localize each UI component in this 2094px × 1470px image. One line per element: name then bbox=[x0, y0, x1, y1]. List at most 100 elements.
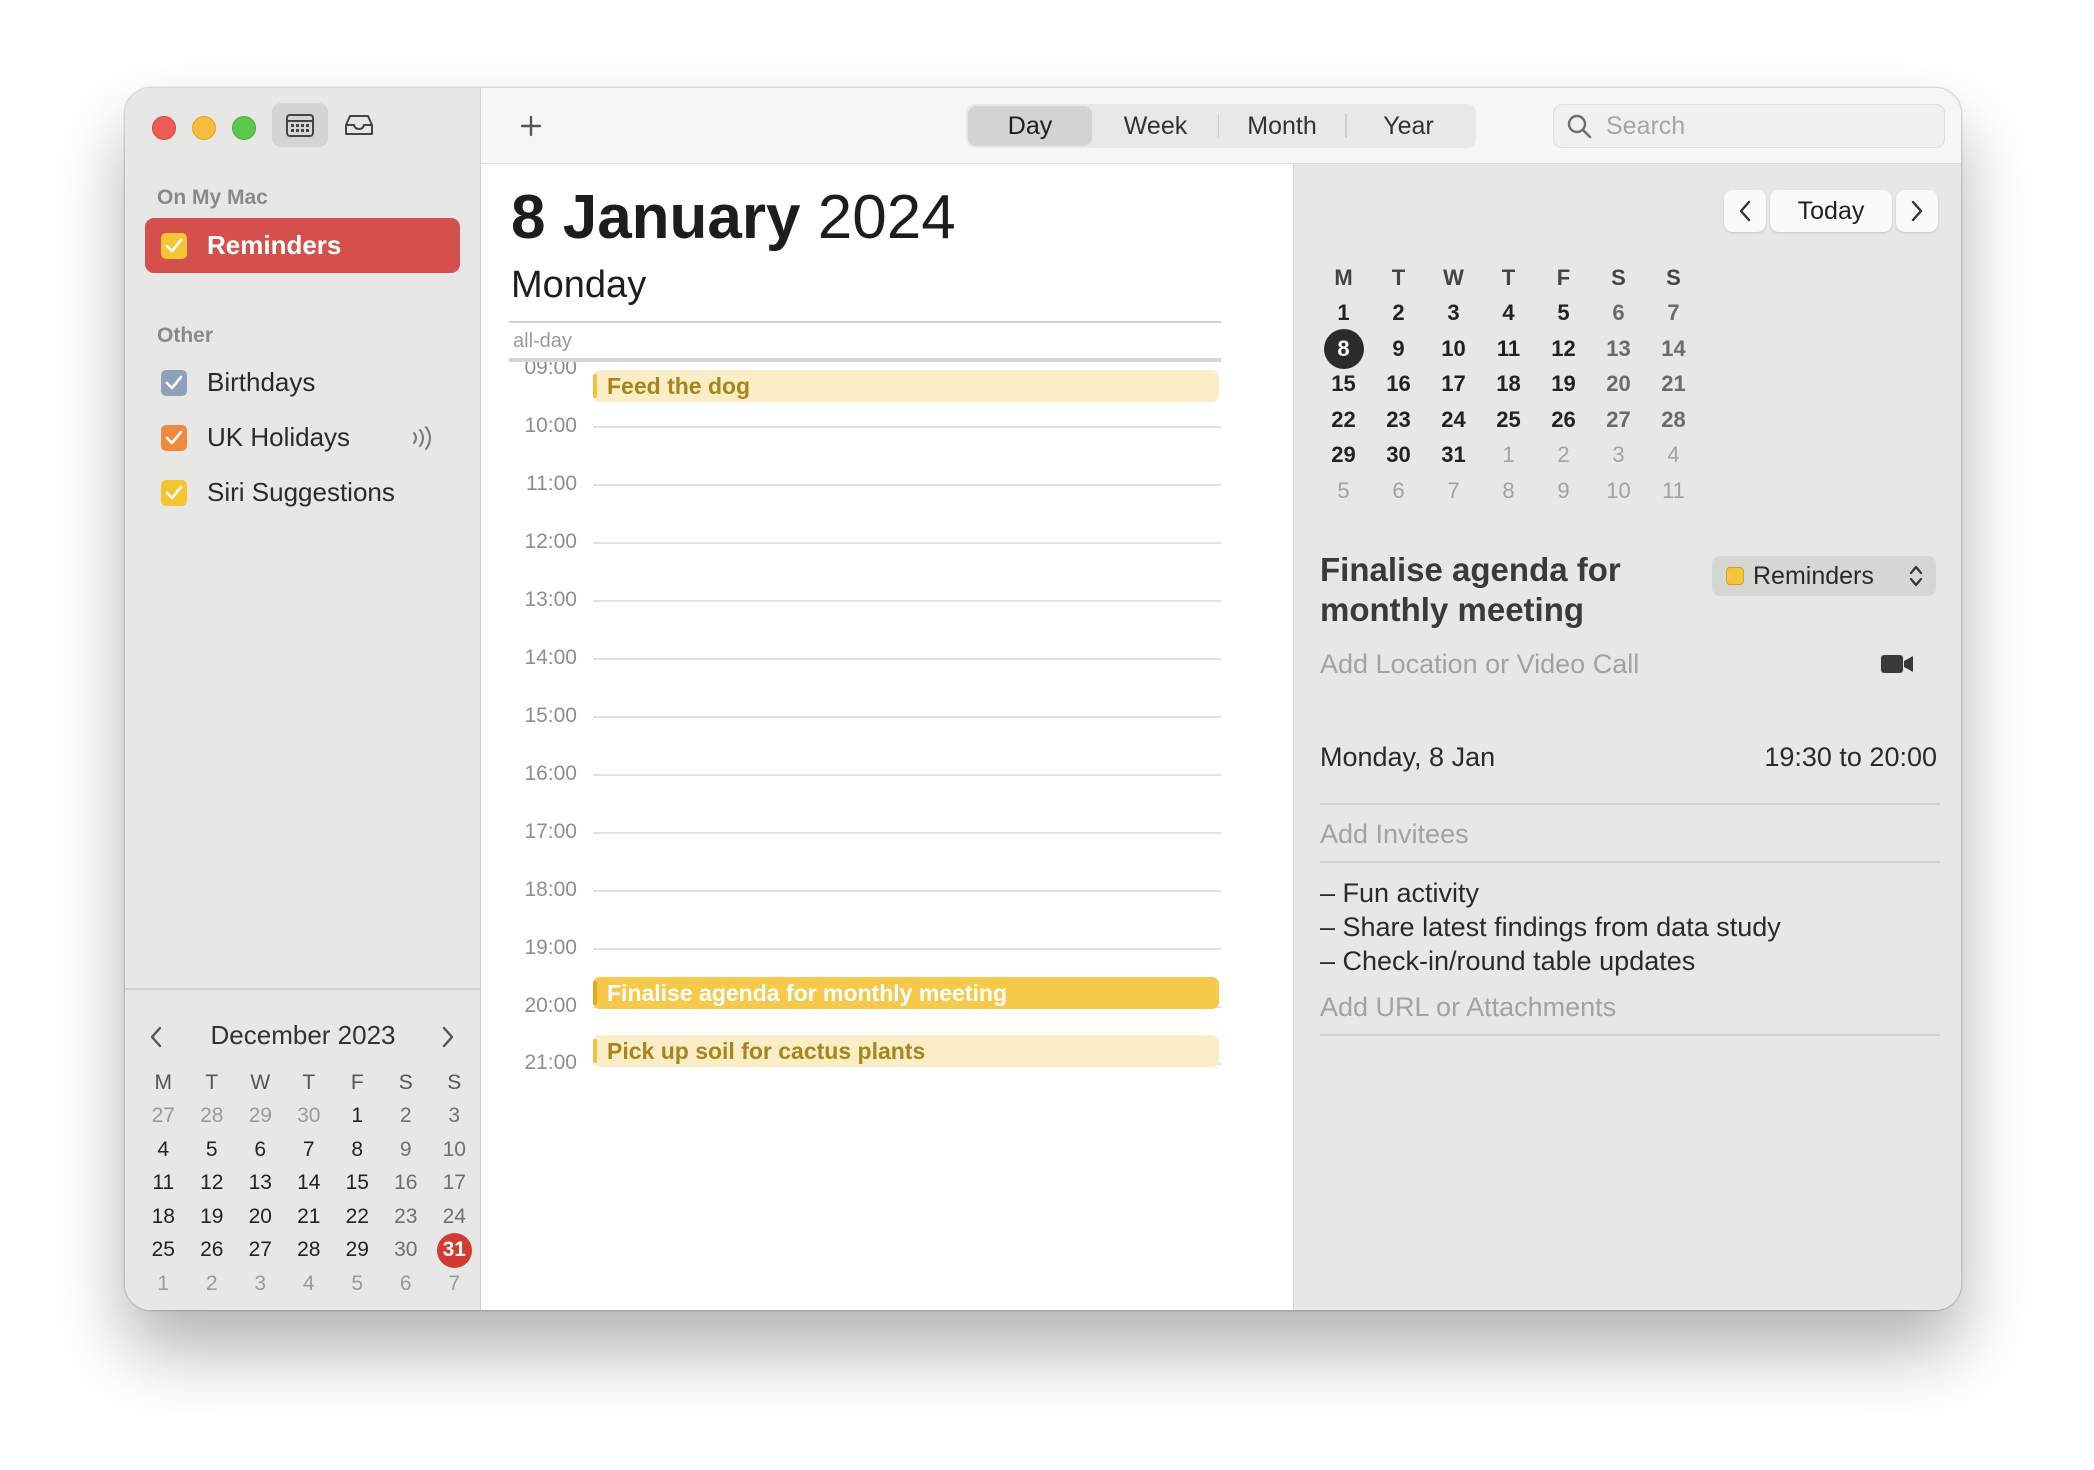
month-day[interactable]: 5 bbox=[1316, 478, 1371, 504]
month-day[interactable]: 22 bbox=[1316, 407, 1371, 433]
sidebar-item-reminders[interactable]: Reminders bbox=[145, 218, 460, 273]
mini-calendar-day[interactable]: 8 bbox=[333, 1138, 382, 1162]
month-day[interactable]: 10 bbox=[1426, 336, 1481, 362]
mini-calendar-day[interactable]: 5 bbox=[333, 1272, 382, 1296]
calendar-list-toggle-button[interactable] bbox=[272, 103, 328, 147]
mini-calendar-day[interactable]: 20 bbox=[236, 1205, 285, 1229]
url-attachments-field[interactable]: Add URL or Attachments bbox=[1320, 992, 1616, 1023]
close-window-button[interactable] bbox=[152, 116, 176, 140]
sidebar-item-uk-holidays[interactable]: UK Holidays bbox=[145, 410, 460, 465]
mini-calendar-day[interactable]: 5 bbox=[188, 1138, 237, 1162]
search-field[interactable]: Search bbox=[1553, 104, 1945, 148]
tab-month[interactable]: Month bbox=[1219, 106, 1345, 146]
month-day[interactable]: 1 bbox=[1316, 300, 1371, 326]
mini-calendar-day[interactable]: 7 bbox=[430, 1272, 479, 1296]
month-day[interactable]: 9 bbox=[1536, 478, 1591, 504]
mini-calendar-day[interactable]: 24 bbox=[430, 1205, 479, 1229]
mini-calendar-day[interactable]: 28 bbox=[285, 1238, 334, 1262]
checkbox-reminders[interactable] bbox=[161, 232, 187, 259]
month-day[interactable]: 14 bbox=[1646, 336, 1701, 362]
tab-week[interactable]: Week bbox=[1094, 106, 1218, 146]
month-day[interactable]: 15 bbox=[1316, 371, 1371, 397]
month-day[interactable]: 5 bbox=[1536, 300, 1591, 326]
video-camera-icon[interactable] bbox=[1880, 653, 1914, 675]
month-day[interactable]: 4 bbox=[1481, 300, 1536, 326]
tab-year[interactable]: Year bbox=[1347, 106, 1471, 146]
month-day[interactable]: 29 bbox=[1316, 442, 1371, 468]
mini-calendar-day[interactable]: 2 bbox=[382, 1104, 431, 1128]
today-button[interactable]: Today bbox=[1770, 190, 1892, 232]
month-day[interactable]: 3 bbox=[1591, 442, 1646, 468]
mini-calendar-day[interactable]: 25 bbox=[139, 1238, 188, 1262]
invitees-field[interactable]: Add Invitees bbox=[1320, 819, 1469, 850]
mini-calendar-day[interactable]: 30 bbox=[285, 1104, 334, 1128]
event-notes[interactable]: – Fun activity – Share latest findings f… bbox=[1320, 876, 1781, 978]
event-time[interactable]: 19:30 to 20:00 bbox=[1764, 742, 1937, 773]
mini-calendar-day[interactable]: 17 bbox=[430, 1171, 479, 1195]
month-day[interactable]: 24 bbox=[1426, 407, 1481, 433]
mini-calendar-day[interactable]: 13 bbox=[236, 1171, 285, 1195]
mini-calendar-day[interactable]: 29 bbox=[236, 1104, 285, 1128]
mini-calendar-day[interactable]: 16 bbox=[382, 1171, 431, 1195]
mini-calendar-day[interactable]: 4 bbox=[139, 1138, 188, 1162]
checkbox-uk-holidays[interactable] bbox=[161, 424, 187, 451]
mini-calendar-day[interactable]: 21 bbox=[285, 1205, 334, 1229]
mini-calendar-day[interactable]: 9 bbox=[382, 1138, 431, 1162]
mini-calendar-day[interactable]: 4 bbox=[285, 1272, 334, 1296]
month-day[interactable]: 23 bbox=[1371, 407, 1426, 433]
month-day[interactable]: 7 bbox=[1646, 300, 1701, 326]
month-day[interactable]: 26 bbox=[1536, 407, 1591, 433]
minimize-window-button[interactable] bbox=[192, 116, 216, 140]
mini-calendar-day[interactable]: 29 bbox=[333, 1238, 382, 1262]
hour-grid[interactable]: 09:00 10:00 11:00 12:00 13:00 14:00 15:0… bbox=[481, 362, 1293, 1310]
month-day[interactable]: 25 bbox=[1481, 407, 1536, 433]
mini-calendar-day[interactable]: 7 bbox=[285, 1138, 334, 1162]
checkbox-siri-suggestions[interactable] bbox=[161, 479, 187, 506]
location-field[interactable]: Add Location or Video Call bbox=[1320, 649, 1639, 680]
event-feed-the-dog[interactable]: Feed the dog bbox=[593, 370, 1219, 402]
maximize-window-button[interactable] bbox=[232, 116, 256, 140]
calendar-picker[interactable]: Reminders bbox=[1712, 556, 1936, 596]
month-day[interactable]: 21 bbox=[1646, 371, 1701, 397]
mini-calendar-day[interactable]: 1 bbox=[139, 1272, 188, 1296]
month-day[interactable]: 12 bbox=[1536, 336, 1591, 362]
month-day[interactable]: 6 bbox=[1371, 478, 1426, 504]
mini-calendar-next-button[interactable] bbox=[433, 1022, 463, 1052]
month-day[interactable]: 10 bbox=[1591, 478, 1646, 504]
mini-calendar-day[interactable]: 31 bbox=[430, 1232, 479, 1268]
mini-calendar-day[interactable]: 6 bbox=[236, 1138, 285, 1162]
add-event-button[interactable] bbox=[509, 104, 553, 148]
month-day[interactable]: 19 bbox=[1536, 371, 1591, 397]
month-day[interactable]: 2 bbox=[1371, 300, 1426, 326]
month-day[interactable]: 27 bbox=[1591, 407, 1646, 433]
mini-calendar-day[interactable]: 27 bbox=[236, 1238, 285, 1262]
mini-calendar-day[interactable]: 10 bbox=[430, 1138, 479, 1162]
tab-day[interactable]: Day bbox=[968, 106, 1092, 146]
mini-calendar-day[interactable]: 3 bbox=[236, 1272, 285, 1296]
month-day[interactable]: 30 bbox=[1371, 442, 1426, 468]
month-day[interactable]: 1 bbox=[1481, 442, 1536, 468]
mini-calendar-day[interactable]: 27 bbox=[139, 1104, 188, 1128]
month-day[interactable]: 4 bbox=[1646, 442, 1701, 468]
mini-calendar-day[interactable]: 30 bbox=[382, 1238, 431, 1262]
event-date[interactable]: Monday, 8 Jan bbox=[1320, 742, 1495, 773]
mini-calendar-day[interactable]: 1 bbox=[333, 1104, 382, 1128]
event-title[interactable]: Finalise agenda for monthly meeting bbox=[1320, 550, 1710, 630]
month-day[interactable]: 20 bbox=[1591, 371, 1646, 397]
month-day[interactable]: 8 bbox=[1481, 478, 1536, 504]
month-day[interactable]: 8 bbox=[1316, 328, 1371, 369]
month-day[interactable]: 6 bbox=[1591, 300, 1646, 326]
inbox-button[interactable] bbox=[331, 103, 387, 147]
mini-calendar-day[interactable]: 23 bbox=[382, 1205, 431, 1229]
checkbox-birthdays[interactable] bbox=[161, 369, 187, 396]
month-day[interactable]: 16 bbox=[1371, 371, 1426, 397]
month-day[interactable]: 18 bbox=[1481, 371, 1536, 397]
month-day[interactable]: 7 bbox=[1426, 478, 1481, 504]
month-day[interactable]: 31 bbox=[1426, 442, 1481, 468]
month-day[interactable]: 3 bbox=[1426, 300, 1481, 326]
mini-calendar-day[interactable]: 19 bbox=[188, 1205, 237, 1229]
event-finalise-agenda[interactable]: Finalise agenda for monthly meeting bbox=[593, 977, 1219, 1009]
mini-calendar-day[interactable]: 12 bbox=[188, 1171, 237, 1195]
mini-calendar-day[interactable]: 18 bbox=[139, 1205, 188, 1229]
month-day[interactable]: 11 bbox=[1646, 478, 1701, 504]
